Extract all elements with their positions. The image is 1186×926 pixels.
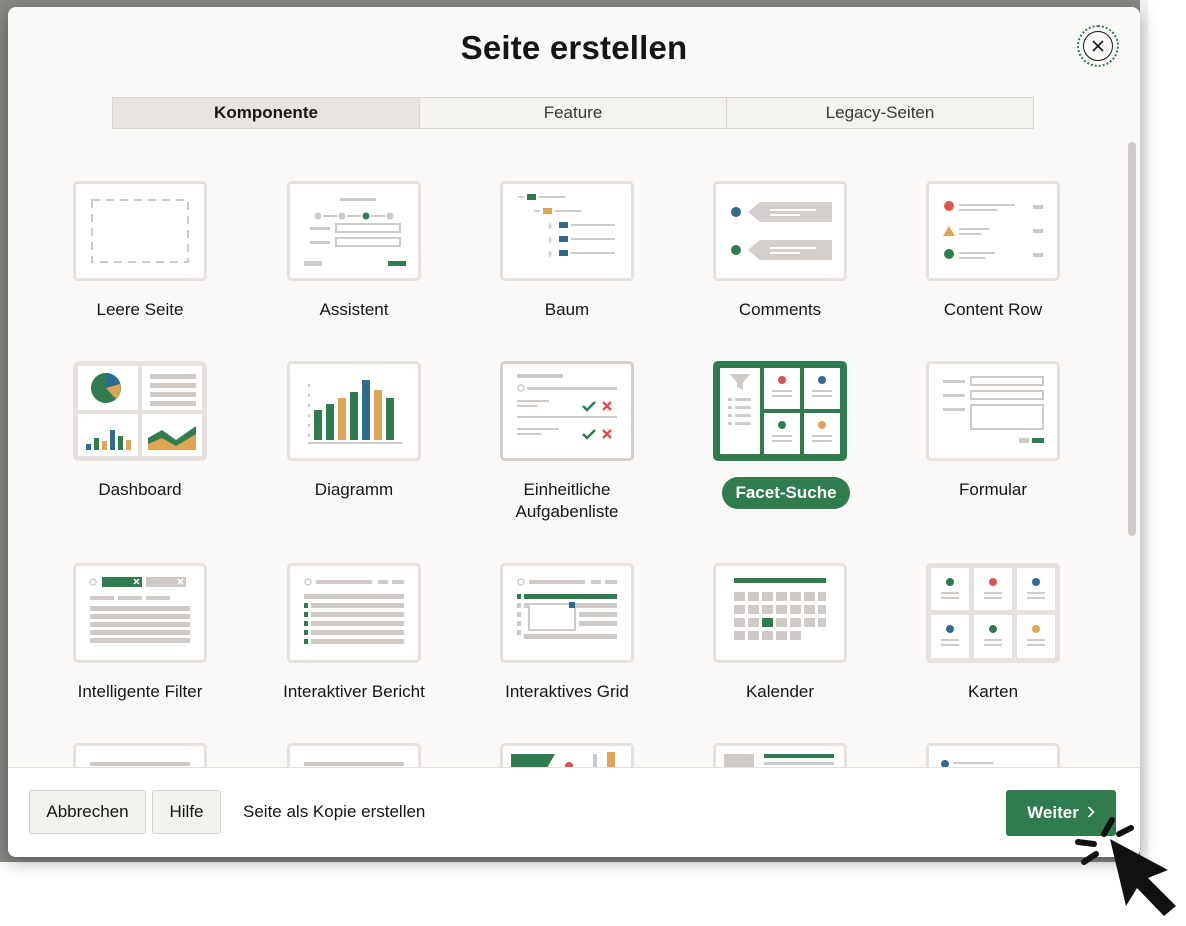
- tile-label: Content Row: [943, 300, 1043, 319]
- tile-label: Kalender: [745, 682, 815, 701]
- tile-label: Baum: [544, 300, 590, 319]
- click-cursor-icon: [1070, 808, 1186, 921]
- cancel-button[interactable]: Abbrechen: [29, 790, 146, 834]
- tile-comments[interactable]: Comments: [680, 181, 880, 371]
- tile-assistent[interactable]: Assistent: [254, 181, 454, 371]
- master-detail-icon: [287, 743, 421, 767]
- tile-label: Facet-Suche: [722, 477, 850, 509]
- tab-feature[interactable]: Feature: [419, 98, 726, 128]
- tile-row4-2[interactable]: [254, 743, 454, 767]
- tile-label: Comments: [738, 300, 822, 319]
- tile-einheitliche-aufgabenliste[interactable]: Einheitliche Aufgabenliste: [467, 361, 667, 551]
- tile-label: Interaktiver Bericht: [283, 682, 425, 701]
- tile-label: Einheitliche Aufgabenliste: [515, 480, 619, 521]
- tile-dashboard[interactable]: Dashboard: [40, 361, 240, 551]
- tile-formular[interactable]: Formular: [893, 361, 1093, 551]
- list-view-icon: [73, 743, 207, 767]
- calendar-icon: [713, 563, 847, 663]
- tile-baum[interactable]: Baum: [467, 181, 667, 371]
- tile-leere-seite[interactable]: Leere Seite: [40, 181, 240, 371]
- interactive-grid-icon: [500, 563, 634, 663]
- tile-row4-4[interactable]: [680, 743, 880, 767]
- tile-label: Formular: [958, 480, 1027, 499]
- page-type-tabs: Komponente Feature Legacy-Seiten: [112, 97, 1034, 129]
- tile-label: Interaktives Grid: [505, 682, 629, 701]
- close-icon: [1083, 31, 1113, 61]
- tree-icon: [500, 181, 634, 281]
- component-grid: Leere Seite Assistent Baum Comments Cont…: [8, 147, 1128, 767]
- report-with-form-icon: [713, 743, 847, 767]
- tile-karten[interactable]: Karten: [893, 563, 1093, 753]
- dialog-footer: Abbrechen Hilfe Seite als Kopie erstelle…: [8, 767, 1140, 857]
- tile-row4-3[interactable]: [467, 743, 667, 767]
- tile-label: Intelligente Filter: [77, 682, 203, 701]
- tile-label: Karten: [967, 682, 1019, 701]
- tile-diagramm[interactable]: Diagramm: [254, 361, 454, 551]
- form-icon: [926, 361, 1060, 461]
- cards-icon: [926, 563, 1060, 663]
- blank-page-icon: [73, 181, 207, 281]
- dashboard-icon: [73, 361, 207, 461]
- dialog-title: Seite erstellen: [460, 29, 688, 66]
- close-button[interactable]: [1077, 25, 1119, 67]
- tab-legacy-seiten[interactable]: Legacy-Seiten: [726, 98, 1033, 128]
- tile-content-row[interactable]: Content Row: [893, 181, 1093, 371]
- tile-intelligente-filter[interactable]: Intelligente Filter: [40, 563, 240, 753]
- comments-icon: [713, 181, 847, 281]
- faceted-search-icon: [713, 361, 847, 461]
- background-page: [1140, 0, 1148, 862]
- create-page-dialog: Seite erstellen Komponente Feature Legac…: [8, 7, 1140, 857]
- tile-label: Assistent: [319, 300, 389, 319]
- task-list-icon: [500, 361, 634, 461]
- wizard-icon: [287, 181, 421, 281]
- tile-label: Dashboard: [98, 480, 182, 499]
- interactive-report-icon: [287, 563, 421, 663]
- help-button[interactable]: Hilfe: [152, 790, 221, 834]
- tab-komponente[interactable]: Komponente: [113, 98, 419, 128]
- tile-facet-suche[interactable]: Facet-Suche: [680, 361, 880, 551]
- tile-label: Diagramm: [314, 480, 394, 499]
- chart-icon: [287, 361, 421, 461]
- content-row-icon: [926, 181, 1060, 281]
- smart-filters-icon: [73, 563, 207, 663]
- grid-scrollbar[interactable]: [1128, 142, 1136, 536]
- copy-page-link[interactable]: Seite als Kopie erstellen: [243, 802, 425, 822]
- map-icon: [500, 743, 634, 767]
- timeline-icon: [926, 743, 1060, 767]
- tile-kalender[interactable]: Kalender: [680, 563, 880, 753]
- tile-row4-5[interactable]: [893, 743, 1093, 767]
- tile-interaktives-grid[interactable]: Interaktives Grid: [467, 563, 667, 753]
- tile-row4-1[interactable]: [40, 743, 240, 767]
- tile-label: Leere Seite: [96, 300, 184, 319]
- tile-interaktiver-bericht[interactable]: Interaktiver Bericht: [254, 563, 454, 753]
